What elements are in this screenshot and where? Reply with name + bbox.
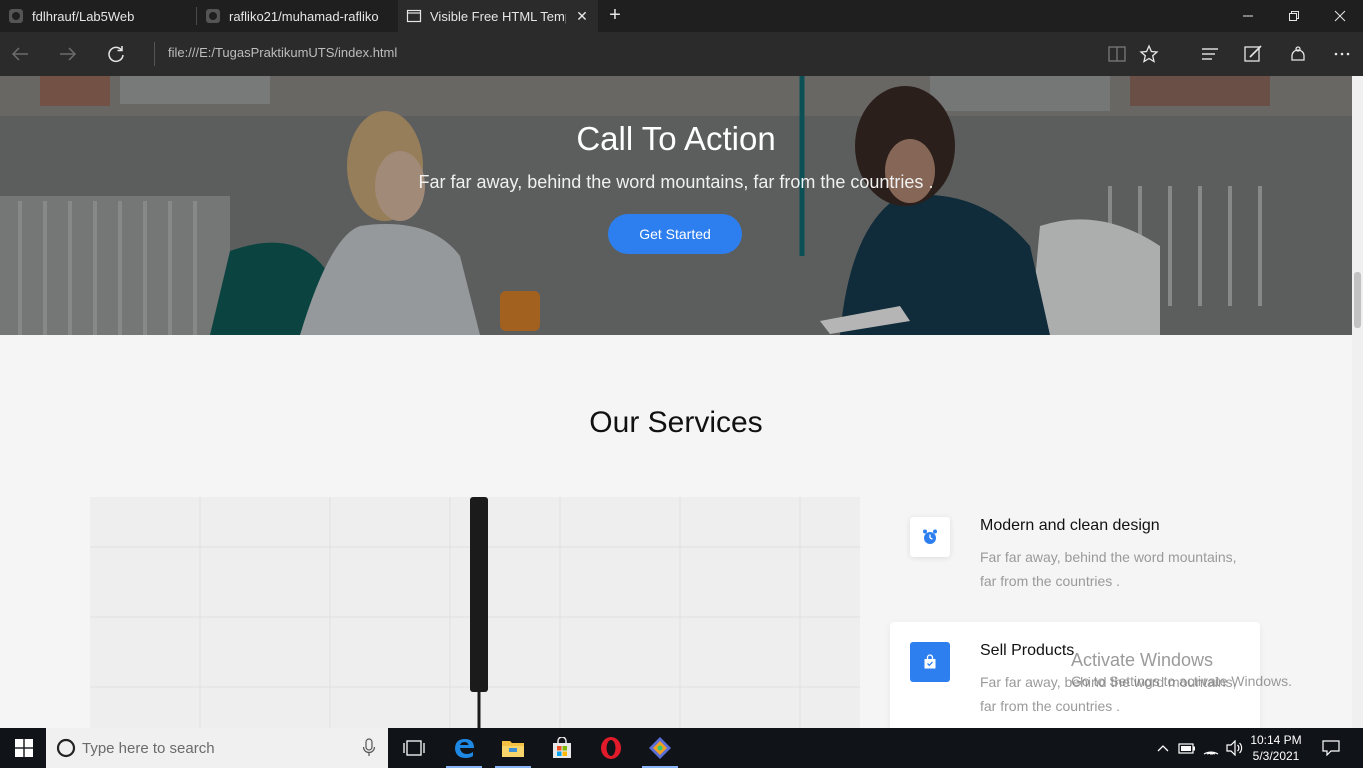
- service-title: Sell Products: [980, 642, 1075, 659]
- refresh-icon[interactable]: [104, 42, 128, 66]
- taskbar-search-box[interactable]: Type here to search: [46, 728, 388, 768]
- hub-icon[interactable]: [1198, 42, 1222, 66]
- restore-button[interactable]: [1271, 0, 1317, 32]
- close-window-button[interactable]: [1317, 0, 1363, 32]
- edge-browser-icon[interactable]: [440, 728, 488, 768]
- tab-muhamad-rafliko[interactable]: rafliko21/muhamad-rafliko: [197, 0, 398, 32]
- favorite-star-icon[interactable]: [1137, 42, 1161, 66]
- chevron-up-icon[interactable]: [1153, 738, 1173, 758]
- page-scrollbar[interactable]: [1352, 76, 1363, 728]
- shopping-bag-icon: [910, 642, 950, 682]
- page-icon: [406, 8, 422, 24]
- task-view-icon[interactable]: [390, 728, 438, 768]
- tab-visible-template[interactable]: Visible Free HTML Temp: [398, 0, 598, 32]
- git-tool-icon[interactable]: [636, 728, 684, 768]
- address-divider: [154, 42, 155, 66]
- service-description: Far far away, behind the word mountains,…: [980, 549, 1237, 589]
- hero-banner: Call To Action Far far away, behind the …: [0, 76, 1352, 335]
- reading-view-icon[interactable]: [1105, 42, 1129, 66]
- opera-browser-icon[interactable]: [587, 728, 635, 768]
- hero-title: Call To Action: [576, 120, 776, 157]
- volume-icon[interactable]: [1224, 738, 1244, 758]
- services-heading: Our Services: [589, 406, 763, 439]
- tab-lab5web[interactable]: fdlhrauf/Lab5Web: [0, 0, 196, 32]
- watermark-subtitle: Go to Settings to activate Windows.: [1071, 673, 1292, 689]
- alarm-clock-icon: [910, 517, 950, 557]
- minimize-button[interactable]: [1225, 0, 1271, 32]
- close-tab-icon[interactable]: ✕: [574, 8, 590, 24]
- clock-date: 5/3/2021: [1252, 749, 1300, 763]
- battery-icon[interactable]: [1177, 738, 1197, 758]
- cortana-icon: [56, 738, 76, 763]
- scrollbar-thumb[interactable]: [1354, 272, 1361, 328]
- address-bar[interactable]: file:///E:/TugasPraktikumUTS/index.html: [168, 45, 397, 60]
- browser-tab-bar: fdlhrauf/Lab5Web rafliko21/muhamad-rafli…: [0, 0, 1363, 32]
- wifi-icon[interactable]: [1201, 738, 1221, 758]
- clock-time: 10:14 PM: [1250, 733, 1302, 747]
- tab-title: fdlhrauf/Lab5Web: [32, 8, 135, 24]
- activate-windows-watermark: Activate Windows Go to Settings to activ…: [1071, 650, 1292, 689]
- microphone-icon[interactable]: [362, 738, 376, 763]
- wall-tiles-photo: [90, 497, 860, 728]
- share-icon[interactable]: [1286, 42, 1310, 66]
- new-tab-button[interactable]: +: [604, 4, 626, 26]
- file-explorer-icon[interactable]: [489, 728, 537, 768]
- service-title: Modern and clean design: [980, 517, 1160, 534]
- more-options-icon[interactable]: [1330, 42, 1354, 66]
- start-button[interactable]: [0, 728, 48, 768]
- github-icon: [8, 8, 24, 24]
- watermark-title: Activate Windows: [1071, 650, 1214, 670]
- services-image: [90, 497, 860, 728]
- search-placeholder: Type here to search: [82, 740, 215, 757]
- page-viewport: Call To Action Far far away, behind the …: [0, 76, 1352, 728]
- windows-logo-icon: [15, 739, 33, 757]
- hero-overlay: [0, 76, 1352, 335]
- notifications-icon[interactable]: [1321, 738, 1341, 758]
- hero-subtitle: Far far away, behind the word mountains,…: [418, 172, 934, 192]
- github-icon: [205, 8, 221, 24]
- system-clock[interactable]: 10:14 PM 5/3/2021: [1246, 732, 1306, 764]
- get-started-button[interactable]: Get Started: [608, 214, 742, 254]
- windows-taskbar: Type here to search 10:14 PM 5/3/2021: [0, 728, 1363, 768]
- forward-arrow-icon[interactable]: [56, 42, 80, 66]
- service-item-design: Modern and clean design Far far away, be…: [890, 497, 1260, 607]
- web-note-icon[interactable]: [1241, 42, 1265, 66]
- tab-title: rafliko21/muhamad-rafliko: [229, 8, 379, 24]
- store-icon[interactable]: [538, 728, 586, 768]
- back-arrow-icon[interactable]: [8, 42, 32, 66]
- tab-title: Visible Free HTML Temp: [430, 8, 566, 24]
